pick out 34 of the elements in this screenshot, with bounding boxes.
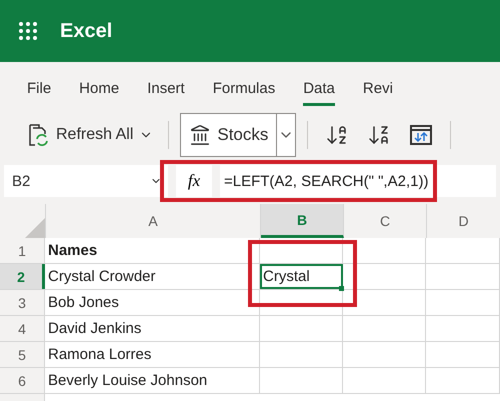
ribbon-tab[interactable]: Revi bbox=[362, 74, 393, 106]
app-title: Excel bbox=[60, 20, 112, 42]
table-cell: Bob Jones bbox=[45, 290, 260, 315]
fill-handle[interactable] bbox=[339, 286, 344, 291]
row-header[interactable]: 1 bbox=[0, 238, 45, 263]
bank-icon bbox=[189, 124, 212, 146]
cell-reference: B2 bbox=[12, 172, 30, 190]
table-cell: David Jenkins bbox=[45, 316, 260, 341]
ribbon-tab[interactable]: Formulas bbox=[212, 74, 276, 106]
row-header[interactable]: 2 bbox=[0, 264, 45, 289]
name-box[interactable]: B2 bbox=[4, 165, 168, 197]
refresh-all-button[interactable]: Refresh All bbox=[24, 119, 158, 151]
column-header[interactable]: B bbox=[261, 204, 344, 238]
ribbon-tab[interactable]: Data bbox=[303, 74, 335, 106]
row-header[interactable]: 6 bbox=[0, 368, 45, 393]
formula-field[interactable]: =LEFT(A2, SEARCH(" ",A2,1)) bbox=[220, 165, 496, 197]
function-button[interactable]: fx bbox=[176, 165, 212, 197]
table-cell: Crystal Crowder bbox=[45, 264, 260, 289]
refresh-data-icon bbox=[409, 123, 434, 147]
row-header[interactable]: 3 bbox=[0, 290, 45, 315]
column-header[interactable]: D bbox=[427, 204, 500, 238]
row-header[interactable]: 5 bbox=[0, 342, 45, 367]
row-header[interactable]: 4 bbox=[0, 316, 45, 341]
active-cell: Crystal bbox=[260, 264, 343, 289]
app-launcher-icon[interactable] bbox=[18, 21, 38, 41]
ribbon-tab[interactable]: Home bbox=[79, 74, 120, 106]
ribbon-tab[interactable]: File bbox=[27, 74, 52, 106]
table-cell: Ramona Lorres bbox=[45, 342, 260, 367]
ribbon-tab[interactable]: Insert bbox=[147, 74, 185, 106]
table-cell: Names bbox=[45, 238, 260, 263]
column-header[interactable]: C bbox=[344, 204, 427, 238]
table-cell: Beverly Louise Johnson bbox=[45, 368, 260, 393]
column-header[interactable]: A bbox=[46, 204, 261, 238]
refresh-icon bbox=[28, 123, 50, 147]
